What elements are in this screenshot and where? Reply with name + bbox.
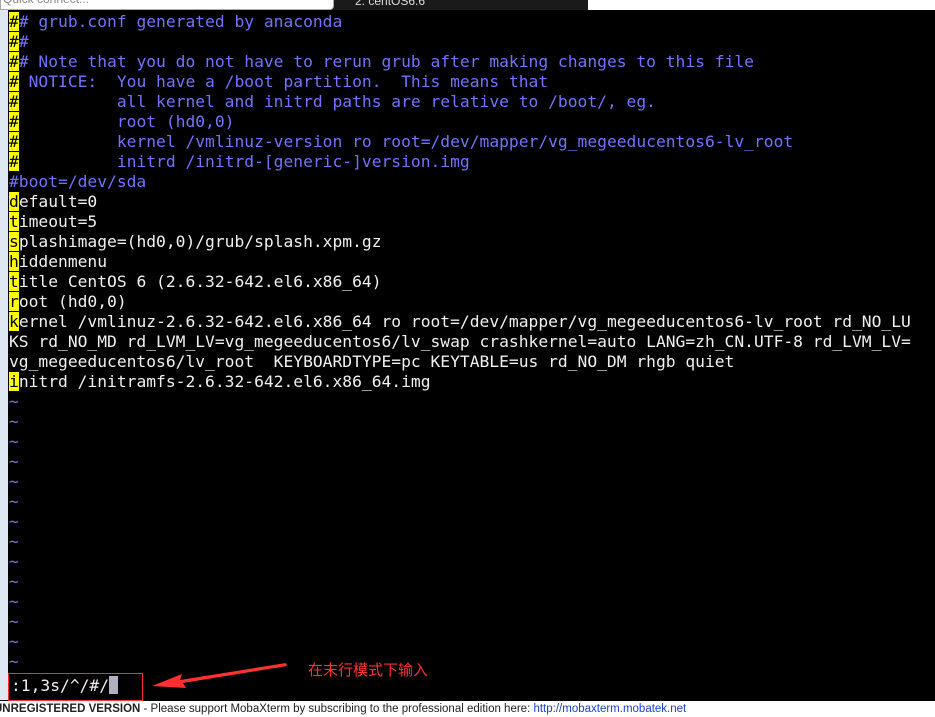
empty-line-tilde: ~: [9, 492, 19, 511]
line-text: root (hd0,0): [18, 112, 235, 131]
editor-line: initrd /initramfs-2.6.32-642.el6.x86_64.…: [9, 372, 431, 392]
empty-line-tilde: ~: [9, 552, 19, 571]
line-text: nitrd /initramfs-2.6.32-642.el6.x86_64.i…: [18, 372, 431, 391]
selection-highlight: #: [9, 152, 19, 171]
line-text: imeout=5: [18, 212, 98, 231]
empty-line-tilde: ~: [9, 412, 19, 431]
empty-line-tilde: ~: [9, 592, 19, 611]
line-text: all kernel and initrd paths are relative…: [18, 92, 656, 111]
editor-line: kernel /vmlinuz-2.6.32-642.el6.x86_64 ro…: [9, 312, 911, 332]
status-message: - Please support MobaXterm by subscribin…: [140, 703, 534, 715]
title-bar: Quick connect... 2. centOS6.6: [0, 0, 935, 11]
cursor: [109, 676, 119, 694]
empty-line-tilde: ~: [9, 512, 19, 531]
empty-line-tilde: ~: [9, 652, 19, 671]
line-text: NOTICE: You have a /boot partition. This…: [18, 72, 549, 91]
line-text: # Note that you do not have to rerun gru…: [18, 52, 754, 71]
line-text: oot (hd0,0): [18, 292, 127, 311]
line-text: itle CentOS 6 (2.6.32-642.el6.x86_64): [18, 272, 382, 291]
selection-highlight: t: [9, 212, 19, 231]
selection-highlight: r: [9, 292, 19, 311]
editor-line: default=0: [9, 192, 97, 212]
session-tab[interactable]: 2. centOS6.6: [355, 0, 425, 8]
editor-line: ##: [9, 32, 29, 52]
selection-highlight: h: [9, 252, 19, 271]
quick-connect-input[interactable]: Quick connect...: [0, 0, 334, 10]
line-text: initrd /initrd-[generic-]version.img: [18, 152, 470, 171]
arrow-annotation: [152, 663, 287, 688]
editor-line: # root (hd0,0): [9, 112, 234, 132]
selection-highlight: d: [9, 192, 19, 211]
editor-line: timeout=5: [9, 212, 97, 232]
editor-line: # NOTICE: You have a /boot partition. Th…: [9, 72, 548, 92]
selection-highlight: k: [9, 312, 19, 331]
empty-line-tilde: ~: [9, 532, 19, 551]
line-text: #: [18, 32, 29, 51]
line-text: efault=0: [18, 192, 98, 211]
empty-line-tilde: ~: [9, 452, 19, 471]
line-text: plashimage=(hd0,0)/grub/splash.xpm.gz: [18, 232, 382, 251]
selection-highlight: #: [9, 12, 19, 31]
line-text: vg_megeeducentos6/lv_root KEYBOARDTYPE=p…: [9, 352, 735, 371]
line-text: #boot=/dev/sda: [9, 172, 147, 191]
line-text: kernel /vmlinuz-version ro root=/dev/map…: [18, 132, 794, 151]
empty-line-tilde: ~: [9, 612, 19, 631]
empty-line-tilde: ~: [9, 632, 19, 651]
vim-command-line[interactable]: :1,3s/^/#/: [11, 676, 119, 696]
command-line-highlight-box: :1,3s/^/#/: [8, 673, 143, 701]
editor-line: vg_megeeducentos6/lv_root KEYBOARDTYPE=p…: [9, 352, 734, 372]
editor-line: # initrd /initrd-[generic-]version.img: [9, 152, 470, 172]
selection-highlight: #: [9, 132, 19, 151]
terminal[interactable]: :1,3s/^/#/ ## grub.conf generated by ana…: [8, 10, 935, 701]
selection-highlight: #: [9, 52, 19, 71]
line-text: ernel /vmlinuz-2.6.32-642.el6.x86_64 ro …: [18, 312, 911, 331]
selection-highlight: #: [9, 92, 19, 111]
arrow-icon: [152, 663, 287, 688]
empty-line-tilde: ~: [9, 572, 19, 591]
selection-highlight: t: [9, 272, 19, 291]
editor-line: splashimage=(hd0,0)/grub/splash.xpm.gz: [9, 232, 382, 252]
selection-highlight: s: [9, 232, 19, 251]
editor-line: # kernel /vmlinuz-version ro root=/dev/m…: [9, 132, 793, 152]
status-bar: UNREGISTERED VERSION - Please support Mo…: [0, 701, 935, 717]
editor-line: # all kernel and initrd paths are relati…: [9, 92, 656, 112]
command-text: :1,3s/^/#/: [11, 676, 110, 695]
line-text: iddenmenu: [18, 252, 108, 271]
empty-line-tilde: ~: [9, 472, 19, 491]
editor-line: ## Note that you do not have to rerun gr…: [9, 52, 754, 72]
editor-line: root (hd0,0): [9, 292, 127, 312]
selection-highlight: i: [9, 372, 19, 391]
selection-highlight: #: [9, 72, 19, 91]
editor-line: title CentOS 6 (2.6.32-642.el6.x86_64): [9, 272, 382, 292]
empty-line-tilde: ~: [9, 432, 19, 451]
selection-highlight: #: [9, 32, 19, 51]
empty-line-tilde: ~: [9, 392, 19, 411]
selection-highlight: #: [9, 112, 19, 131]
mobaxterm-link[interactable]: http://mobaxterm.mobatek.net: [533, 703, 686, 715]
editor-line: ## grub.conf generated by anaconda: [9, 12, 342, 32]
unregistered-label: UNREGISTERED VERSION: [0, 703, 141, 715]
editor-line: KS rd_NO_MD rd_LVM_LV=vg_megeeducentos6/…: [9, 332, 911, 352]
editor-line: #boot=/dev/sda: [9, 172, 146, 192]
line-text: # grub.conf generated by anaconda: [18, 12, 343, 31]
line-text: KS rd_NO_MD rd_LVM_LV=vg_megeeducentos6/…: [9, 332, 911, 351]
annotation-text: 在末行模式下输入: [308, 661, 429, 679]
editor-line: hiddenmenu: [9, 252, 107, 272]
